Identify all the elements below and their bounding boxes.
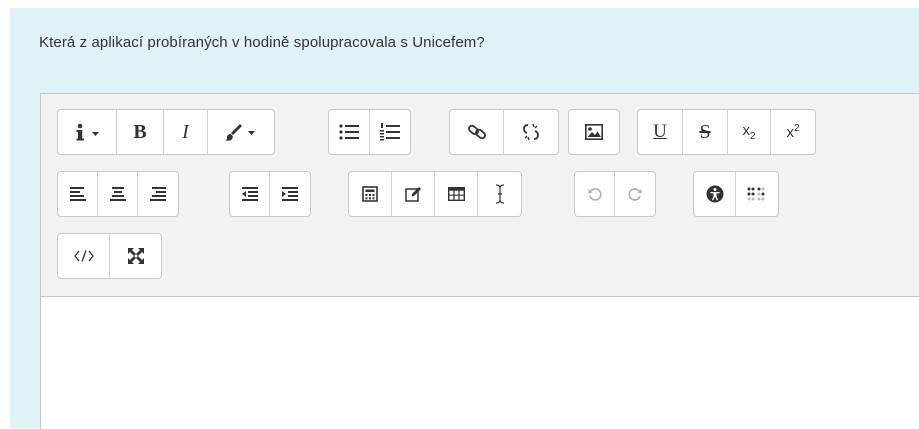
subscript-base: x — [742, 122, 750, 139]
strikethrough-button[interactable]: S — [683, 110, 728, 154]
code-icon — [73, 250, 94, 262]
subscript-label: x2 — [742, 122, 755, 142]
superscript-base: x — [786, 124, 794, 141]
accessibility-icon — [706, 185, 724, 203]
bold-button[interactable]: B — [117, 110, 164, 154]
image-icon — [585, 124, 603, 140]
braille-icon — [747, 187, 767, 201]
accessibility-button[interactable] — [694, 172, 736, 216]
undo-button[interactable] — [575, 172, 615, 216]
undo-icon — [588, 187, 602, 201]
align-center-icon — [109, 187, 126, 201]
toolbar-group-history — [574, 171, 656, 217]
subscript-index: 2 — [749, 131, 756, 142]
outdent-button[interactable] — [230, 172, 270, 216]
toolbar-group-insert — [348, 171, 522, 217]
question-text: Která z aplikací probíraných v hodině sp… — [39, 34, 485, 51]
rich-text-editor: B I U S x2 x2 — [40, 93, 919, 429]
toolbar-group-accessibility — [693, 171, 779, 217]
subscript-button[interactable]: x2 — [728, 110, 771, 154]
toolbar-group-image — [568, 109, 620, 155]
redo-button[interactable] — [615, 172, 655, 216]
editor-toolbar: B I U S x2 x2 — [41, 94, 919, 297]
edit-icon — [404, 186, 422, 202]
numbered-list-icon — [380, 123, 400, 141]
superscript-button[interactable]: x2 — [771, 110, 815, 154]
align-right-button[interactable] — [138, 172, 178, 216]
indent-icon — [282, 187, 298, 201]
link-button[interactable] — [450, 110, 504, 154]
edit-button[interactable] — [392, 172, 435, 216]
toolbar-group-text-format: U S x2 x2 — [637, 109, 816, 155]
link-icon — [467, 122, 487, 142]
underline-button[interactable]: U — [638, 110, 683, 154]
toolbar-group-lists — [328, 109, 411, 155]
unlink-button[interactable] — [504, 110, 558, 154]
numbered-list-button[interactable] — [370, 110, 410, 154]
cursor-icon — [495, 184, 505, 204]
align-left-icon — [69, 187, 86, 201]
fullscreen-button[interactable] — [110, 234, 161, 278]
html-source-button[interactable] — [58, 234, 110, 278]
align-center-button[interactable] — [98, 172, 138, 216]
cursor-button[interactable] — [478, 172, 521, 216]
bullet-list-icon — [339, 124, 359, 140]
superscript-index: 2 — [793, 123, 800, 134]
unlink-icon — [520, 121, 542, 143]
superscript-label: x2 — [786, 123, 799, 141]
brush-icon — [224, 122, 258, 142]
table-button[interactable] — [435, 172, 478, 216]
calculator-icon — [362, 186, 378, 202]
font-color-button[interactable] — [208, 110, 274, 154]
table-icon — [447, 187, 465, 201]
image-button[interactable] — [569, 110, 619, 154]
align-left-button[interactable] — [58, 172, 98, 216]
italic-button[interactable]: I — [164, 110, 208, 154]
braille-button[interactable] — [736, 172, 778, 216]
strikethrough-label: S — [699, 120, 711, 143]
align-right-icon — [150, 187, 166, 201]
outdent-icon — [241, 187, 258, 201]
equation-button[interactable] — [349, 172, 392, 216]
toolbar-group-align — [57, 171, 179, 217]
redo-icon — [628, 187, 642, 201]
underline-label: U — [653, 121, 667, 142]
toolbar-group-indent — [229, 171, 311, 217]
toolbar-group-style: B I — [57, 109, 275, 155]
toolbar-group-links — [449, 109, 559, 155]
indent-button[interactable] — [270, 172, 310, 216]
bullet-list-button[interactable] — [329, 110, 370, 154]
editor-content-area[interactable] — [41, 297, 919, 429]
toolbar-group-view — [57, 233, 162, 279]
fullscreen-icon — [127, 248, 144, 264]
info-icon — [72, 122, 102, 142]
info-menu-button[interactable] — [58, 110, 117, 154]
